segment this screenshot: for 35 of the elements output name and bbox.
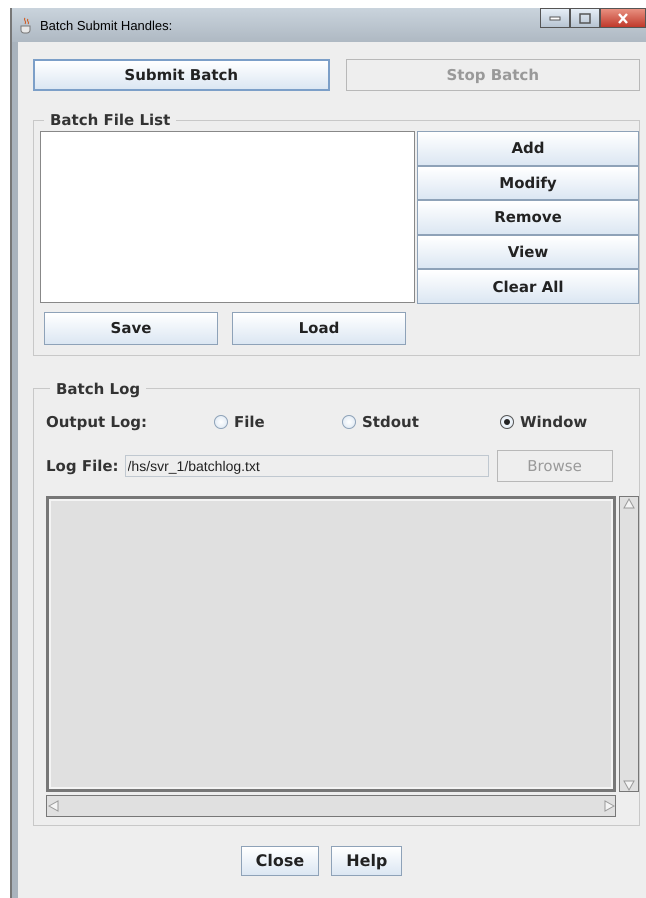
radio-option[interactable]: Window [500,412,628,431]
list-action-button[interactable]: Clear All [417,269,639,304]
log-text-area[interactable] [46,496,616,792]
maximize-button[interactable] [570,8,600,28]
radio-option[interactable]: File [214,412,342,431]
log-file-label: Log File: [46,456,119,475]
list-action-button[interactable]: Add [417,131,639,166]
close-icon [617,12,629,24]
file-button[interactable]: Load [232,312,406,345]
window-title: Batch Submit Handles: [40,18,174,32]
list-action-button[interactable]: Remove [417,200,639,235]
file-button[interactable]: Save [44,312,218,345]
scroll-right-icon[interactable] [603,800,615,812]
radio-icon[interactable] [342,414,356,429]
scroll-down-icon[interactable] [623,778,635,791]
panel-title: Batch Log [55,380,142,398]
scroll-left-icon[interactable] [47,800,59,812]
maximize-icon [579,12,591,24]
minimize-button[interactable] [540,8,570,28]
list-action-button[interactable]: View [417,234,639,270]
vertical-scrollbar[interactable] [619,496,639,792]
output-log-label: Output Log: [46,412,148,431]
radio-icon[interactable] [500,414,514,429]
scroll-up-icon[interactable] [623,496,635,509]
minimize-icon [549,15,561,21]
dialog-button[interactable]: Close [240,846,320,876]
panel-title: Batch File List [49,111,172,129]
close-button[interactable] [600,8,646,28]
batch-button[interactable]: Submit Batch [33,59,330,91]
radio-icon[interactable] [214,414,228,429]
radio-option[interactable]: Stdout [342,412,470,431]
list-action-button[interactable]: Modify [417,166,639,200]
dialog-button[interactable]: Help [331,846,402,876]
horizontal-scrollbar[interactable] [46,794,616,817]
log-file-field[interactable]: /hs/svr_1/batchlog.txt [124,454,489,477]
